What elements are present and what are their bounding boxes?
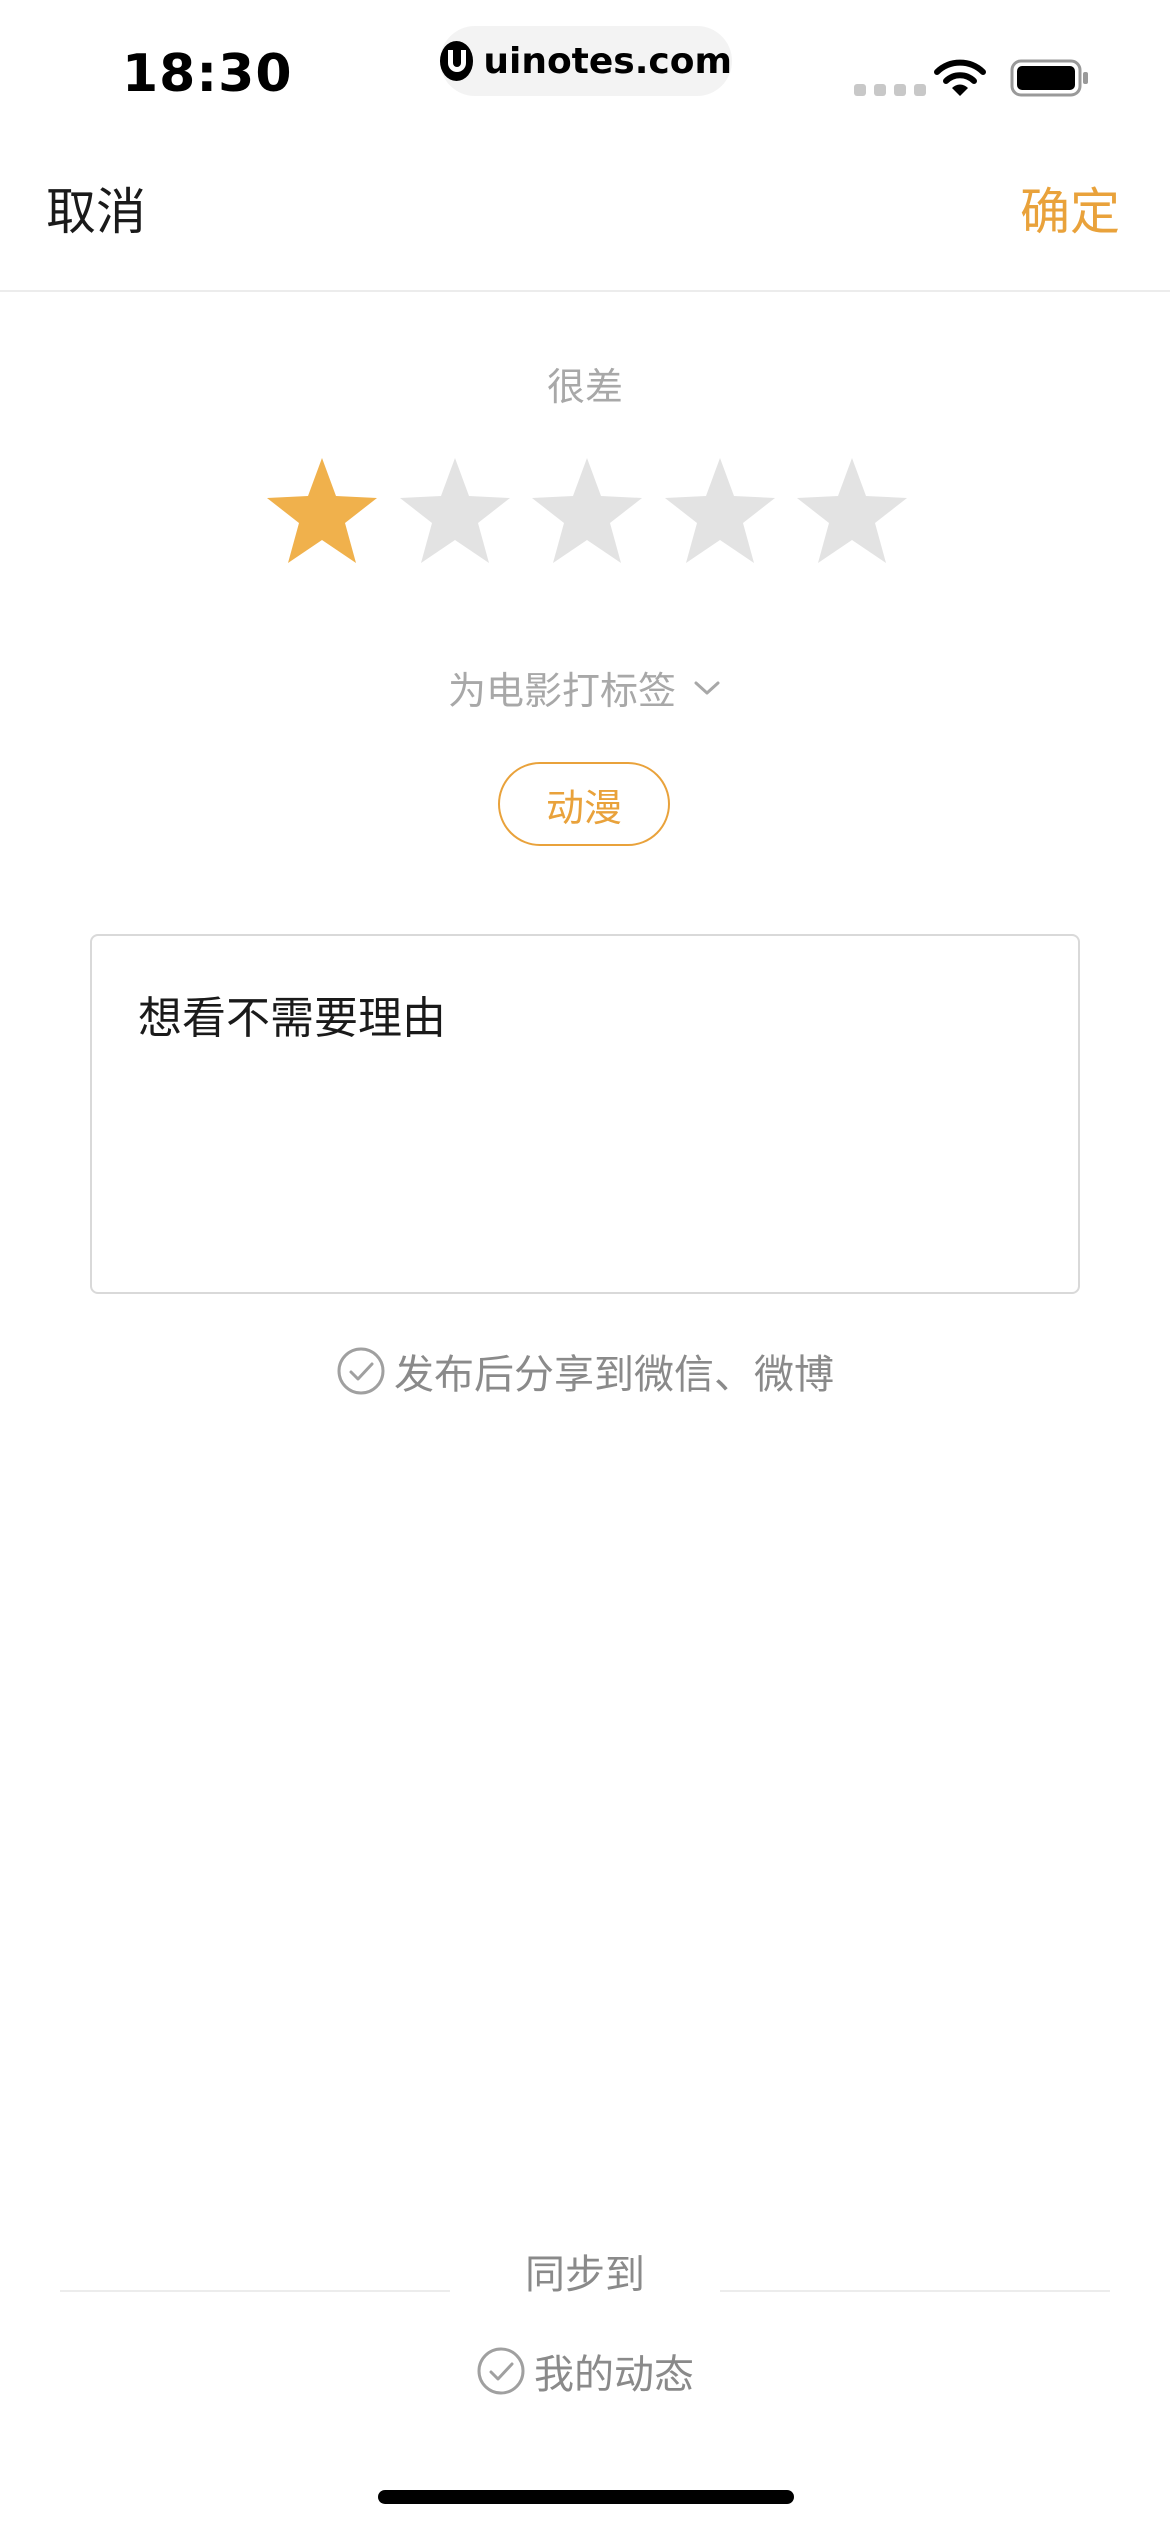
- cancel-button[interactable]: 取消: [46, 172, 146, 244]
- tag-toggle-label: 为电影打标签: [447, 669, 676, 713]
- star-rating[interactable]: [262, 452, 912, 572]
- tag-chip[interactable]: 动漫: [498, 762, 670, 846]
- sync-option-label: 我的动态: [534, 2352, 694, 2398]
- star-icon-3[interactable]: [527, 452, 647, 572]
- confirm-button[interactable]: 确定: [1020, 172, 1120, 244]
- site-logo-icon: [440, 41, 474, 81]
- home-indicator: [378, 2490, 794, 2504]
- nav-bar: 取消 确定: [0, 150, 1170, 292]
- share-toggle[interactable]: 发布后分享到微信、微博: [0, 1342, 1170, 1400]
- signal-icon: [854, 84, 926, 96]
- star-icon-2[interactable]: [395, 452, 515, 572]
- sync-title: 同步到: [525, 2252, 645, 2298]
- star-icon-4[interactable]: [660, 452, 780, 572]
- tag-toggle[interactable]: 为电影打标签: [0, 660, 1170, 715]
- star-icon-5[interactable]: [792, 452, 912, 572]
- wifi-icon: [934, 59, 986, 96]
- comment-textarea[interactable]: 想看不需要理由: [90, 934, 1080, 1294]
- status-time: 18:30: [122, 44, 293, 104]
- sync-my-feed-toggle[interactable]: 我的动态: [0, 2342, 1170, 2400]
- status-bar: 18:30 uinotes.com: [0, 0, 1170, 140]
- share-label: 发布后分享到微信、微博: [394, 1352, 834, 1398]
- chevron-down-icon: [694, 681, 720, 694]
- battery-icon: [1010, 59, 1088, 97]
- rating-label: 很差: [546, 365, 623, 409]
- check-circle-icon: [337, 1347, 385, 1395]
- url-text: uinotes.com: [483, 40, 732, 82]
- check-circle-icon: [477, 2347, 525, 2395]
- rate-movie-screen: 18:30 uinotes.com 取消 确定 很差 为电影打标签 动漫 想看不…: [0, 0, 1170, 2532]
- star-icon-1[interactable]: [262, 452, 382, 572]
- url-pill: uinotes.com: [440, 26, 732, 96]
